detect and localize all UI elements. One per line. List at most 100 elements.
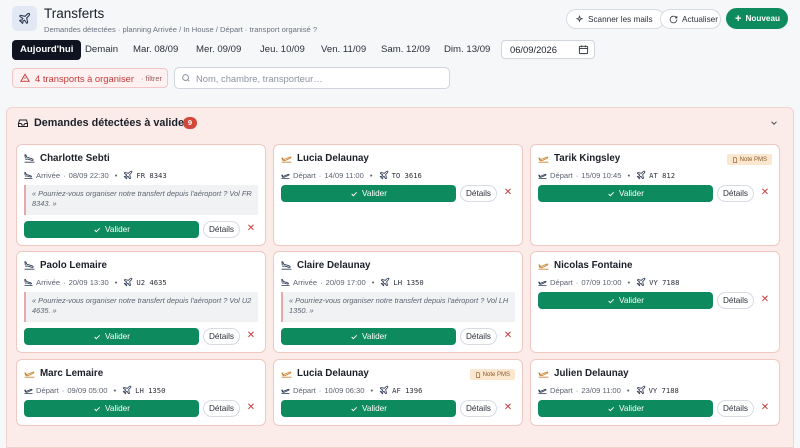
flight-icon (379, 385, 389, 395)
validate-button[interactable]: Valider (538, 292, 713, 309)
scan-mails-button[interactable]: Scanner les mails (566, 9, 665, 29)
transfer-type: Arrivée (293, 277, 318, 287)
arrival-icon (281, 260, 292, 271)
request-card: Tarik Kingsley Note PMS Départ · 15/09 10:45… (530, 144, 780, 246)
inbox-icon (17, 117, 29, 129)
close-icon: ✕ (246, 330, 256, 341)
departure-icon (24, 368, 35, 379)
check-icon (93, 405, 101, 413)
validate-button[interactable]: Valider (281, 328, 456, 345)
plane-icon (12, 6, 37, 31)
email-quote: « Pourriez-vous organiser notre transfer… (24, 292, 258, 322)
dismiss-button[interactable]: ✕ (503, 187, 513, 199)
separator-dot: • (370, 385, 374, 395)
transfer-meta: Départ · 10/09 06:30 • AF 1396 (281, 385, 422, 395)
page-subtitle: Demandes détectées · planning Arrivée / … (44, 25, 318, 34)
separator-dot: · (63, 277, 66, 287)
validate-button[interactable]: Valider (538, 400, 713, 417)
check-icon (350, 333, 358, 341)
details-button[interactable]: Détails (203, 400, 240, 417)
flight-number: VY 7188 (648, 385, 679, 395)
dismiss-button[interactable]: ✕ (760, 294, 770, 306)
close-icon: ✕ (503, 402, 513, 413)
dismiss-button[interactable]: ✕ (246, 402, 256, 414)
details-button[interactable]: Détails (203, 221, 240, 238)
details-button[interactable]: Détails (203, 328, 240, 345)
guest-name: Nicolas Fontaine (538, 260, 632, 271)
departure-small-icon (281, 386, 290, 395)
arrival-small-icon (24, 278, 33, 287)
tab-day-11[interactable]: Ven. 11/09 (321, 40, 366, 60)
validate-button[interactable]: Valider (538, 185, 713, 202)
flight-number: AT 812 (649, 170, 676, 180)
departure-icon (538, 153, 549, 164)
tab-day-08[interactable]: Mar. 08/09 (133, 40, 178, 60)
details-button[interactable]: Détails (717, 292, 754, 309)
arrival-small-icon (24, 171, 33, 180)
validate-button[interactable]: Valider (24, 328, 199, 345)
validate-button[interactable]: Valider (24, 400, 199, 417)
arrival-icon (24, 153, 35, 164)
new-transfer-button[interactable]: + Nouveau (726, 8, 788, 29)
details-button[interactable]: Détails (460, 400, 497, 417)
dismiss-button[interactable]: ✕ (246, 330, 256, 342)
warning-icon (20, 73, 30, 83)
flight-icon (379, 170, 389, 180)
validate-button[interactable]: Valider (24, 221, 199, 238)
sparkle-icon (575, 14, 584, 24)
transfer-type: Départ (293, 385, 316, 395)
transfer-type: Départ (550, 385, 573, 395)
flight-icon (123, 277, 133, 287)
dismiss-button[interactable]: ✕ (246, 223, 256, 235)
flight-icon (636, 277, 646, 287)
transfer-time: 10/09 06:30 (324, 385, 365, 395)
dismiss-button[interactable]: ✕ (503, 402, 513, 414)
request-card: Lucia Delaunay Départ · 14/09 11:00 • TO 3616… (273, 144, 523, 246)
refresh-button[interactable]: Actualiser (660, 9, 721, 29)
guest-name: Marc Lemaire (24, 368, 103, 379)
guest-name: Claire Delaunay (281, 260, 371, 271)
pms-note-badge: Note PMS (726, 154, 772, 165)
guest-name: Tarik Kingsley (538, 153, 620, 164)
dismiss-button[interactable]: ✕ (760, 402, 770, 414)
transfer-meta: Départ · 15/09 10:45 • AT 812 (538, 170, 675, 180)
tab-tomorrow[interactable]: Demain (85, 40, 118, 60)
tab-day-09[interactable]: Mer. 09/09 (196, 40, 241, 60)
transfer-time: 20/09 13:30 (68, 277, 109, 287)
flight-icon (636, 385, 646, 395)
search-icon (181, 73, 191, 83)
chevron-down-icon[interactable] (769, 118, 779, 128)
tab-day-10[interactable]: Jeu. 10/09 (260, 40, 305, 60)
close-icon: ✕ (246, 223, 256, 234)
close-icon: ✕ (760, 402, 770, 413)
separator-dot: • (114, 170, 118, 180)
date-picker-input[interactable]: 06/09/2026 (501, 40, 595, 59)
search-box[interactable] (174, 67, 450, 89)
transfer-time: 09/09 05:00 (67, 385, 108, 395)
search-input[interactable] (196, 72, 436, 84)
transports-alert-filter[interactable]: 4 transports à organiser · filtrer (12, 68, 168, 88)
details-button[interactable]: Détails (460, 328, 497, 345)
flight-icon (380, 277, 390, 287)
tab-day-12[interactable]: Sam. 12/09 (381, 40, 430, 60)
validate-button[interactable]: Valider (281, 185, 456, 202)
email-quote: « Pourriez-vous organiser notre transfer… (24, 185, 258, 215)
flight-number: LH 1350 (135, 385, 166, 395)
transfer-meta: Départ · 07/09 10:00 • VY 7188 (538, 277, 679, 287)
section-header[interactable]: Demandes détectées à valider 9 (7, 108, 793, 138)
tab-day-13[interactable]: Dim. 13/09 (444, 40, 490, 60)
separator-dot: · (318, 385, 322, 395)
details-button[interactable]: Détails (717, 185, 754, 202)
separator-dot: · (575, 385, 579, 395)
check-icon (607, 405, 615, 413)
validate-button[interactable]: Valider (281, 400, 456, 417)
document-icon (732, 156, 738, 163)
arrival-small-icon (281, 278, 290, 287)
separator-dot: · (63, 170, 66, 180)
details-button[interactable]: Détails (717, 400, 754, 417)
dismiss-button[interactable]: ✕ (503, 330, 513, 342)
details-button[interactable]: Détails (460, 185, 497, 202)
dismiss-button[interactable]: ✕ (760, 187, 770, 199)
tab-today[interactable]: Aujourd'hui (12, 40, 82, 60)
guest-name: Lucia Delaunay (281, 153, 369, 164)
